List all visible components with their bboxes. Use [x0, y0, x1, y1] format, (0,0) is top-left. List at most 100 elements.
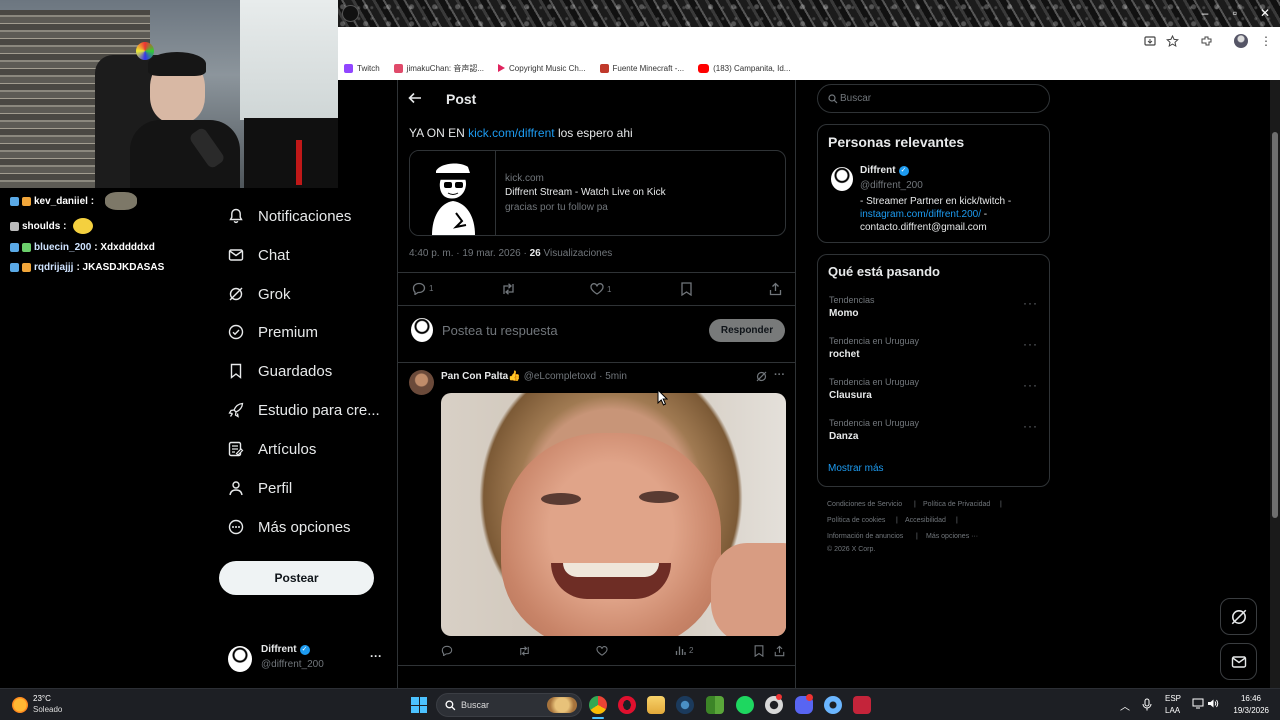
- nav-articles[interactable]: Artículos: [228, 437, 316, 461]
- repost-icon[interactable]: [518, 646, 531, 656]
- envelope-icon: [228, 249, 244, 261]
- streaming-app-taskbar-icon[interactable]: [853, 696, 871, 714]
- install-app-icon[interactable]: [1144, 35, 1157, 48]
- instagram-link[interactable]: instagram.com/diffrent.200/: [860, 209, 981, 220]
- bookmark-fuente-minecraft[interactable]: Fuente Minecraft -...: [599, 63, 684, 73]
- composer-avatar: [411, 318, 433, 342]
- divider: [398, 665, 796, 666]
- reply-button[interactable]: Responder: [709, 319, 785, 342]
- stream-chat: kev_daniiel : shoulds : bluecin_200 : Xd…: [0, 188, 218, 288]
- link-card[interactable]: kick.com Diffrent Stream - Watch Live on…: [409, 150, 786, 236]
- volume-icon[interactable]: [1207, 698, 1219, 709]
- nav-grok[interactable]: Grok: [228, 282, 291, 306]
- page-title: Post: [446, 91, 477, 107]
- account-more-icon[interactable]: ···: [370, 649, 382, 663]
- chart-bars-icon: [675, 646, 686, 655]
- tray-chevron-icon[interactable]: ︿: [1120, 698, 1130, 713]
- mascot-logo-icon: [432, 163, 475, 235]
- post-link[interactable]: kick.com/diffrent: [468, 126, 554, 140]
- trend-more-icon[interactable]: ···: [1023, 337, 1038, 351]
- account-switcher[interactable]: Diffrent ✓ @diffrent_200 ···: [228, 643, 386, 675]
- post-button[interactable]: Postear: [219, 561, 374, 595]
- twitch-icon: [344, 63, 353, 73]
- messages-float-button[interactable]: [1220, 643, 1257, 680]
- bookmark-icon: [230, 363, 242, 379]
- trends-panel: Qué está pasando Tendencias Momo ··· Ten…: [817, 254, 1050, 487]
- trend-more-icon[interactable]: ···: [1023, 296, 1038, 310]
- share-icon[interactable]: [769, 282, 782, 296]
- nav-more-options[interactable]: Más opciones: [228, 515, 351, 539]
- chat-message: bluecin_200 : Xdxddddxd: [10, 242, 155, 253]
- browser-menu-icon[interactable]: ⋮: [1260, 34, 1272, 48]
- reply-icon[interactable]: [441, 645, 453, 656]
- minecraft-taskbar-icon[interactable]: [706, 696, 724, 714]
- trend-item[interactable]: Tendencia en Uruguay Danza ···: [818, 416, 1049, 452]
- bookmark-star-icon[interactable]: [1166, 35, 1179, 48]
- more-circle-icon: [228, 519, 244, 535]
- bookmark-action-icon[interactable]: [754, 645, 764, 657]
- opera-taskbar-icon[interactable]: [618, 696, 636, 714]
- verified-badge-icon: ✓: [898, 165, 909, 176]
- streamer-hair: [148, 52, 206, 76]
- webcam-overlay: [0, 0, 338, 188]
- post-meta: 4:40 p. m. · 19 mar. 2026 · 26 Visualiza…: [409, 248, 613, 259]
- photo-teeth: [563, 563, 659, 577]
- trend-item[interactable]: Tendencia en Uruguay Clausura ···: [818, 375, 1049, 411]
- nav-profile[interactable]: Perfil: [228, 476, 292, 500]
- scrollbar-thumb[interactable]: [1272, 132, 1278, 518]
- start-button[interactable]: [411, 697, 427, 713]
- trend-more-icon[interactable]: ···: [1023, 378, 1038, 392]
- verified-badge-icon: [228, 324, 244, 340]
- microphone-icon[interactable]: [1142, 698, 1152, 711]
- grok-float-button[interactable]: [1220, 598, 1257, 635]
- share-icon[interactable]: [774, 645, 785, 657]
- like-action[interactable]: 1: [590, 283, 611, 295]
- reply-image[interactable]: [441, 393, 786, 636]
- nav-creator-studio[interactable]: Estudio para cre...: [228, 398, 380, 422]
- reply-more-icon[interactable]: ···: [774, 369, 785, 381]
- main-column: Post YA ON EN kick.com/diffrent los espe…: [397, 80, 796, 688]
- minimize-icon[interactable]: –: [1196, 4, 1214, 22]
- bookmark-action-icon[interactable]: [681, 282, 692, 296]
- mouse-cursor-icon: [657, 389, 668, 406]
- nav-notifications[interactable]: Notificaciones: [228, 204, 351, 228]
- show-more-link[interactable]: Mostrar más: [828, 463, 884, 474]
- chrome-taskbar-icon[interactable]: [589, 696, 607, 714]
- steam-taskbar-icon[interactable]: [676, 696, 694, 714]
- file-explorer-taskbar-icon[interactable]: [647, 696, 665, 714]
- trend-item[interactable]: Tendencias Momo ···: [818, 293, 1049, 329]
- spotify-taskbar-icon[interactable]: [736, 696, 754, 714]
- weather-widget[interactable]: 23°C Soleado: [12, 694, 82, 716]
- badge-icon: [10, 196, 19, 206]
- taskbar-search[interactable]: Buscar: [436, 693, 582, 717]
- font-icon: [599, 63, 609, 73]
- bookmark-copyright-music[interactable]: Copyright Music Ch...: [498, 64, 586, 73]
- bookmark-twitch[interactable]: Twitch: [344, 63, 380, 73]
- bookmark-youtube[interactable]: (183) Campanita, Id...: [698, 63, 790, 73]
- bookmark-jimakuchan[interactable]: jimakuChan: 音声認...: [393, 63, 484, 74]
- page-scrollbar[interactable]: [1270, 80, 1280, 688]
- nav-bookmarks[interactable]: Guardados: [228, 359, 332, 383]
- settings-taskbar-icon[interactable]: [824, 696, 842, 714]
- extensions-icon[interactable]: [1200, 35, 1213, 48]
- search-box[interactable]: Buscar: [817, 84, 1050, 113]
- grok-explain-icon[interactable]: [756, 371, 767, 382]
- sub-badge-icon: [22, 243, 31, 252]
- profile-avatar[interactable]: [1234, 34, 1248, 48]
- network-icon[interactable]: [1192, 698, 1204, 709]
- close-window-icon[interactable]: ✕: [1256, 4, 1274, 22]
- views-action[interactable]: 2: [675, 645, 693, 656]
- trend-item[interactable]: Tendencia en Uruguay rochet ···: [818, 334, 1049, 370]
- bookmarks-bar: Twitch jimakuChan: 音声認... Copyright Musi…: [338, 56, 1280, 80]
- back-arrow-icon[interactable]: [408, 92, 422, 104]
- repost-icon[interactable]: [501, 283, 516, 295]
- trend-more-icon[interactable]: ···: [1023, 419, 1038, 433]
- reply-input[interactable]: Postea tu respuesta: [442, 323, 558, 338]
- nav-premium[interactable]: Premium: [228, 320, 318, 344]
- relevant-avatar[interactable]: [831, 167, 853, 191]
- heart-icon[interactable]: [596, 646, 608, 656]
- nav-chat[interactable]: Chat: [228, 243, 290, 267]
- maximize-icon[interactable]: ▫: [1226, 4, 1244, 22]
- reply-action[interactable]: 1: [412, 282, 433, 295]
- chat-message: rqdrijajjj : JKASDJKDASAS: [10, 262, 164, 273]
